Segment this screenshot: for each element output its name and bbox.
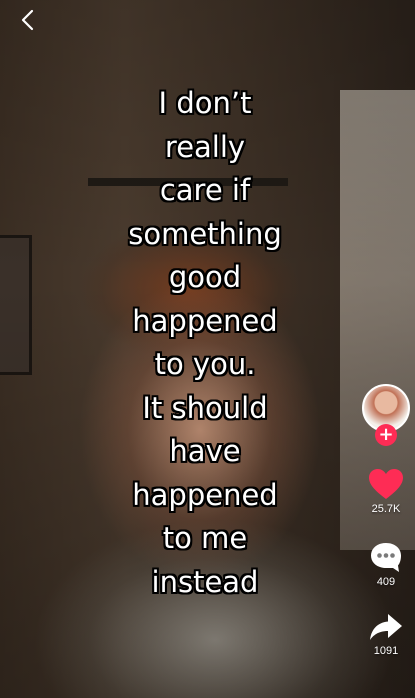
comment-button[interactable]: 409 [369, 541, 403, 588]
video-caption: I don’t really care if something good ha… [80, 82, 330, 604]
share-count: 1091 [373, 645, 399, 657]
follow-button[interactable]: + [375, 424, 397, 446]
caption-line: happened [132, 303, 278, 338]
caption-line: to me [162, 521, 248, 555]
caption-line: good [168, 260, 242, 294]
heart-icon [369, 469, 403, 499]
comment-count: 409 [376, 576, 396, 588]
caption-line: instead [151, 564, 259, 599]
caption-line: have [169, 434, 241, 468]
action-rail: + 25.7K 409 1091 [357, 384, 415, 657]
creator-profile: + [360, 384, 412, 448]
comment-dots-icon [371, 543, 401, 572]
caption-line: to you. [154, 347, 256, 381]
share-button[interactable]: 1091 [369, 612, 403, 657]
share-arrow-icon [370, 614, 402, 640]
like-count: 25.7K [371, 503, 401, 515]
caption-line: It should [142, 390, 268, 425]
caption-line: really [164, 129, 246, 164]
plus-icon: + [378, 424, 394, 445]
caption-line: care if [159, 173, 251, 207]
caption-line: something [128, 216, 282, 251]
chevron-left-icon [21, 9, 34, 31]
back-button[interactable] [14, 6, 42, 34]
like-button[interactable]: 25.7K [368, 468, 404, 515]
caption-line: happened [132, 477, 278, 512]
caption-line: I don’t [158, 86, 252, 120]
